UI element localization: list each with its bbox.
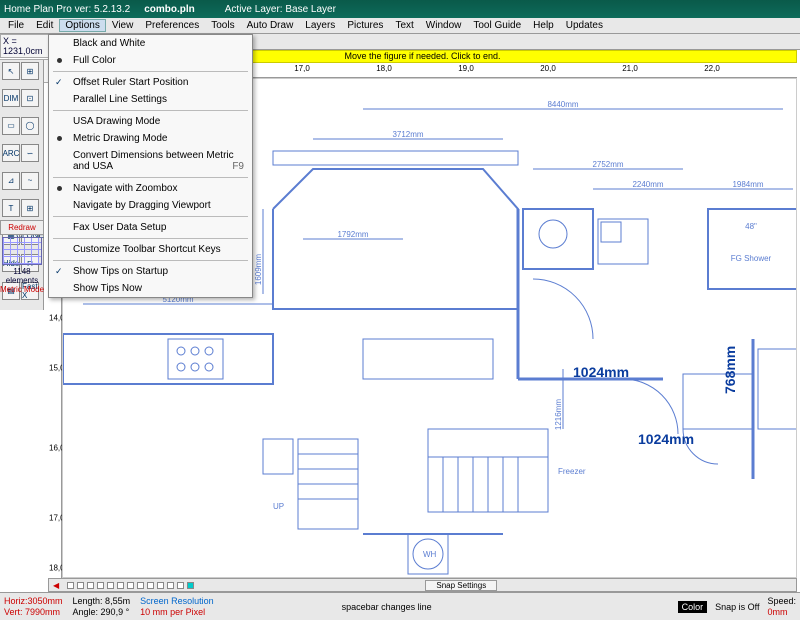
tool-button[interactable]: ⊞ <box>21 62 39 80</box>
menu-pictures[interactable]: Pictures <box>341 19 389 32</box>
menuitem-offset-ruler-start-position[interactable]: ✓Offset Ruler Start Position <box>49 74 252 91</box>
menu-preferences[interactable]: Preferences <box>139 19 205 32</box>
tool-button[interactable]: ⊡ <box>21 89 39 107</box>
svg-text:768mm: 768mm <box>722 346 738 394</box>
menubar: FileEditOptionsViewPreferencesToolsAuto … <box>0 18 800 34</box>
menu-file[interactable]: File <box>2 19 30 32</box>
menu-layers[interactable]: Layers <box>299 19 341 32</box>
speed-label: Speed: <box>767 596 796 607</box>
tool-button[interactable]: ∽ <box>21 144 39 162</box>
svg-text:8440mm: 8440mm <box>547 100 578 109</box>
menuitem-black-and-white[interactable]: Black and White <box>49 35 252 52</box>
svg-text:1609mm: 1609mm <box>254 254 263 285</box>
menu-window[interactable]: Window <box>420 19 468 32</box>
menu-text[interactable]: Text <box>389 19 419 32</box>
mode-indicator: Metric Mode <box>0 285 44 294</box>
navigator-thumb[interactable] <box>2 237 42 265</box>
tool-button[interactable]: ~ <box>21 172 39 190</box>
tool-button[interactable]: ARC <box>2 144 20 162</box>
menuitem-metric-drawing-mode[interactable]: Metric Drawing Mode <box>49 130 252 147</box>
svg-text:WH: WH <box>423 550 437 559</box>
snap-dots[interactable] <box>63 582 198 589</box>
svg-text:1024mm: 1024mm <box>638 431 694 447</box>
bottom-tool-row: ◀ Snap Settings <box>48 578 797 592</box>
menu-edit[interactable]: Edit <box>30 19 59 32</box>
svg-text:FG Shower: FG Shower <box>731 254 772 263</box>
status-res-label: Screen Resolution <box>140 596 214 607</box>
menu-options[interactable]: Options <box>59 19 105 32</box>
status-horiz: Horiz:3050mm <box>4 596 63 607</box>
svg-text:2752mm: 2752mm <box>592 160 623 169</box>
scroll-left-icon[interactable]: ◀ <box>49 581 63 590</box>
menu-updates[interactable]: Updates <box>560 19 609 32</box>
coord-x: X = 1231,0cm <box>0 34 50 58</box>
menuitem-usa-drawing-mode[interactable]: USA Drawing Mode <box>49 113 252 130</box>
snap-status: Snap is Off <box>715 602 759 612</box>
status-length: Length: 8,55m <box>73 596 131 607</box>
menu-view[interactable]: View <box>106 19 140 32</box>
side-panel: Redraw 1148 elements Metric Mode <box>0 220 44 294</box>
layer-label: Active Layer: Base Layer <box>225 4 336 15</box>
app-title: Home Plan Pro ver: 5.2.13.2 <box>4 4 130 15</box>
tool-button[interactable]: DIM <box>2 89 20 107</box>
menu-help[interactable]: Help <box>527 19 560 32</box>
tool-button[interactable]: ▭ <box>2 117 20 135</box>
svg-text:1216mm: 1216mm <box>554 399 563 430</box>
titlebar: Home Plan Pro ver: 5.2.13.2 combo.pln Ac… <box>0 0 800 18</box>
color-button[interactable]: Color <box>678 601 708 613</box>
snap-settings-button[interactable]: Snap Settings <box>425 580 497 591</box>
status-res-value: 10 mm per Pixel <box>140 607 214 618</box>
svg-text:1024mm: 1024mm <box>573 364 629 380</box>
menuitem-convert-dimensions-between-metric-and-usa[interactable]: Convert Dimensions between Metric and US… <box>49 147 252 175</box>
status-hint: spacebar changes line <box>342 602 432 612</box>
menu-tools[interactable]: Tools <box>205 19 240 32</box>
element-count: 1148 elements <box>0 267 44 285</box>
menuitem-parallel-line-settings[interactable]: Parallel Line Settings <box>49 91 252 108</box>
redraw-button[interactable]: Redraw <box>0 220 44 235</box>
svg-text:48": 48" <box>745 222 757 231</box>
status-bar: Horiz:3050mm Vert: 7990mm Length: 8,55m … <box>0 592 800 620</box>
menuitem-full-color[interactable]: Full Color <box>49 52 252 69</box>
svg-text:UP: UP <box>273 502 284 511</box>
menuitem-fax-user-data-setup[interactable]: Fax User Data Setup <box>49 219 252 236</box>
tool-button[interactable]: T <box>2 199 20 217</box>
svg-text:Freezer: Freezer <box>558 467 586 476</box>
file-name: combo.pln <box>144 4 195 15</box>
menuitem-customize-toolbar-shortcut-keys[interactable]: Customize Toolbar Shortcut Keys <box>49 241 252 258</box>
menuitem-navigate-by-dragging-viewport[interactable]: Navigate by Dragging Viewport <box>49 197 252 214</box>
options-menu-dropdown: Black and WhiteFull Color ✓Offset Ruler S… <box>48 34 253 298</box>
status-vert: Vert: 7990mm <box>4 607 63 618</box>
status-angle: Angle: 290,9 ° <box>73 607 131 618</box>
menuitem-show-tips-now[interactable]: Show Tips Now <box>49 280 252 297</box>
svg-text:2240mm: 2240mm <box>632 180 663 189</box>
tool-button[interactable]: ↖ <box>2 62 20 80</box>
tool-button[interactable]: ⊞ <box>21 199 39 217</box>
menuitem-show-tips-on-startup[interactable]: ✓Show Tips on Startup <box>49 263 252 280</box>
menuitem-navigate-with-zoombox[interactable]: Navigate with Zoombox <box>49 180 252 197</box>
svg-text:1792mm: 1792mm <box>337 230 368 239</box>
svg-text:3712mm: 3712mm <box>392 130 423 139</box>
svg-text:1984mm: 1984mm <box>732 180 763 189</box>
tool-button[interactable]: ⊿ <box>2 172 20 190</box>
menu-tool-guide[interactable]: Tool Guide <box>467 19 527 32</box>
speed-value: 0mm <box>767 607 796 618</box>
tool-button[interactable]: ◯ <box>21 117 39 135</box>
menu-auto-draw[interactable]: Auto Draw <box>241 19 300 32</box>
